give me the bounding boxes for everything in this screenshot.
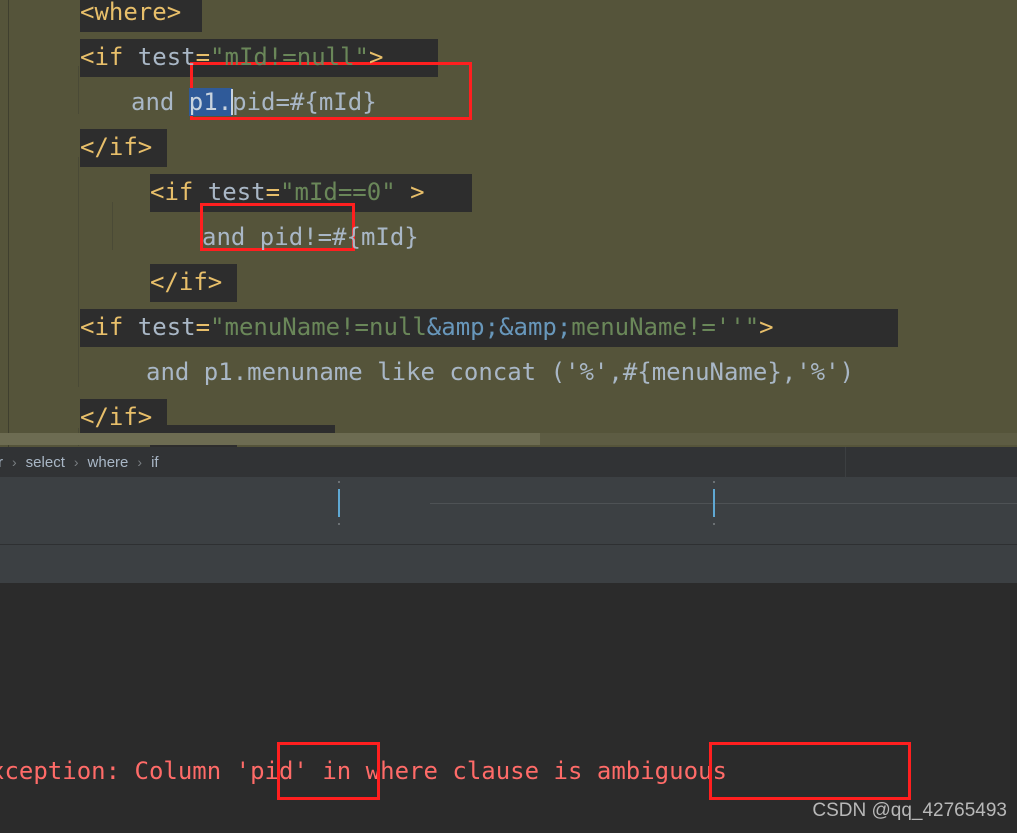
column-handle-dot <box>338 481 340 483</box>
code-token-val: "menuName!=null <box>210 313 427 341</box>
code-token-attr: test <box>207 178 266 206</box>
code-token-tag: = <box>195 313 211 341</box>
code-line[interactable]: <where> <box>80 0 202 35</box>
breadcrumb-separator-icon: › <box>137 454 143 470</box>
code-line[interactable]: and pid!=#{mId} <box>202 215 419 260</box>
code-token-tag: </if> <box>150 268 223 296</box>
code-token-tag: = <box>195 43 211 71</box>
result-header-rule <box>430 503 1017 504</box>
code-token-val: "mId==0" <box>280 178 396 206</box>
code-line[interactable]: <if test="mId==0" > <box>150 170 472 215</box>
code-token-tag: <where> <box>80 0 182 26</box>
code-token-tag: > <box>369 43 384 71</box>
console-panel[interactable] <box>0 583 1017 833</box>
column-handle-dot <box>713 523 715 525</box>
column-separator[interactable] <box>713 489 715 517</box>
code-line[interactable]: and p1.menuname like concat ('%',#{menuN… <box>146 350 854 395</box>
editor-gutter-line <box>8 0 9 447</box>
breadcrumb-separator-icon: › <box>73 454 79 470</box>
secondary-panel[interactable] <box>0 545 1017 583</box>
editor-hscrollbar-thumb[interactable] <box>0 433 540 445</box>
code-token-ent: &amp;&amp; <box>426 313 572 341</box>
code-token-txt: pid=#{mId} <box>232 88 377 116</box>
code-token-tag: </if> <box>80 133 153 161</box>
code-token-val: "mId!=null" <box>210 43 369 71</box>
column-handle-dot <box>713 481 715 483</box>
breadcrumb[interactable]: r › select › where › if <box>0 447 1017 477</box>
indent-guide <box>78 157 79 387</box>
result-panel[interactable] <box>0 477 1017 545</box>
indent-guide <box>78 66 79 114</box>
breadcrumb-item-where[interactable]: where <box>86 454 131 471</box>
code-token-txt: and <box>131 88 189 116</box>
code-token-tag: </if> <box>80 403 153 431</box>
code-token-attr: test <box>137 43 196 71</box>
code-token-sel: p1. <box>188 88 233 116</box>
code-line[interactable]: <if test="mId!=null"> <box>80 35 438 80</box>
code-token-tag: > <box>395 178 425 206</box>
code-line[interactable]: <if test="menuName!=null&amp;&amp;menuNa… <box>80 305 898 350</box>
code-token-tag: <if <box>80 43 138 71</box>
code-token-val: menuName!=''" <box>571 313 760 341</box>
console-error-message: xception: Column 'pid' in where clause i… <box>0 757 727 785</box>
code-line[interactable]: and p1.pid=#{mId} <box>131 80 377 125</box>
breadcrumb-divider <box>845 447 846 477</box>
breadcrumb-separator-icon: › <box>12 454 17 470</box>
code-token-attr: test <box>137 313 196 341</box>
code-token-tag: > <box>759 313 774 341</box>
code-token-tag: <if <box>80 313 138 341</box>
code-token-txt: and p1.menuname like concat ('%',#{menuN… <box>146 358 855 386</box>
code-editor[interactable]: <where> <if test="mId!=null"> and p1.pid=#… <box>0 0 1017 447</box>
code-token-txt: and pid!=#{mId} <box>202 223 419 251</box>
breadcrumb-item-if[interactable]: if <box>149 454 161 471</box>
code-line[interactable]: </if> <box>80 125 167 170</box>
csdn-watermark: CSDN @qq_42765493 <box>812 800 1007 821</box>
breadcrumb-item-select[interactable]: select <box>24 454 67 471</box>
code-token-tag: = <box>265 178 281 206</box>
indent-guide <box>112 202 113 250</box>
screenshot-root: <where> <if test="mId!=null"> and p1.pid=#… <box>0 0 1017 833</box>
code-line[interactable]: </if> <box>150 260 237 305</box>
column-separator[interactable] <box>338 489 340 517</box>
column-handle-dot <box>338 523 340 525</box>
code-token-tag: <if <box>150 178 208 206</box>
